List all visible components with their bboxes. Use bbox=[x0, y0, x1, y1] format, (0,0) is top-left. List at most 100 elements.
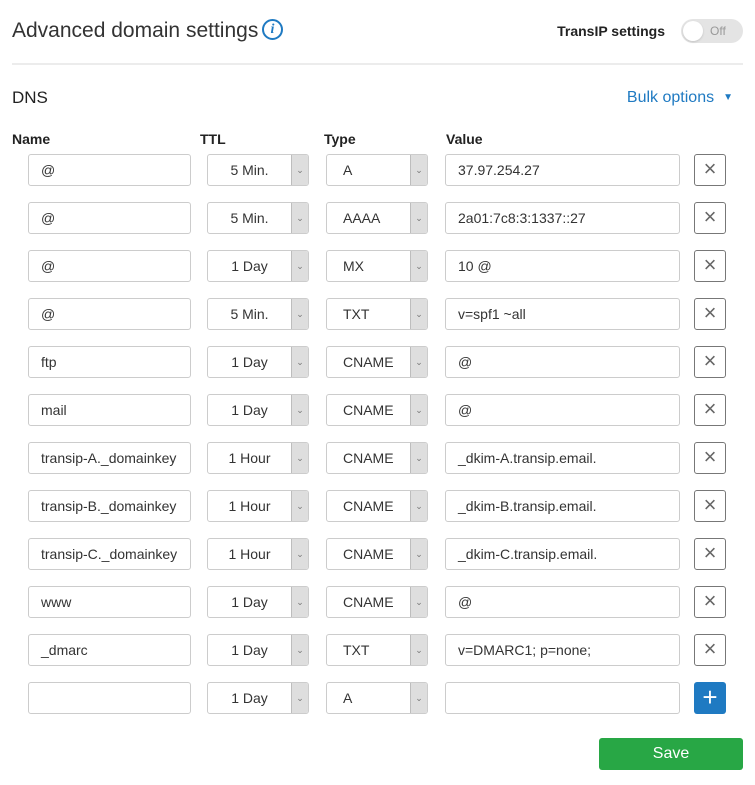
type-selected-value: CNAME bbox=[343, 594, 394, 610]
type-selected-value: CNAME bbox=[343, 354, 394, 370]
record-value-input[interactable]: v=DMARC1; p=none; bbox=[445, 634, 680, 666]
record-value-input[interactable]: @ bbox=[445, 394, 680, 426]
record-type-select[interactable]: CNAME ⌄ bbox=[326, 346, 428, 378]
plus-icon: + bbox=[702, 682, 718, 712]
delete-record-button[interactable]: × bbox=[694, 586, 726, 618]
type-selected-value: CNAME bbox=[343, 498, 394, 514]
delete-record-button[interactable]: × bbox=[694, 538, 726, 570]
record-type-select[interactable]: MX ⌄ bbox=[326, 250, 428, 282]
record-value-input[interactable] bbox=[445, 682, 680, 714]
column-header-ttl: TTL bbox=[200, 131, 226, 147]
record-ttl-select[interactable]: 1 Day ⌄ bbox=[207, 346, 309, 378]
record-name-input[interactable]: @ bbox=[28, 154, 191, 186]
record-name-input[interactable]: mail bbox=[28, 394, 191, 426]
dns-record-row: transip-C._domainkey 1 Hour ⌄ CNAME ⌄ _d… bbox=[0, 538, 755, 570]
page-header: Advanced domain settings i TransIP setti… bbox=[12, 0, 743, 64]
type-selected-value: MX bbox=[343, 258, 364, 274]
record-value-input[interactable]: 10 @ bbox=[445, 250, 680, 282]
record-ttl-select[interactable]: 5 Min. ⌄ bbox=[207, 298, 309, 330]
record-type-select[interactable]: CNAME ⌄ bbox=[326, 394, 428, 426]
record-name-input[interactable]: @ bbox=[28, 250, 191, 282]
save-button[interactable]: Save bbox=[599, 738, 743, 770]
chevron-down-icon: ⌄ bbox=[410, 155, 427, 185]
ttl-selected-value: 5 Min. bbox=[230, 162, 269, 178]
ttl-selected-value: 1 Day bbox=[231, 690, 268, 706]
record-ttl-select[interactable]: 1 Day ⌄ bbox=[207, 634, 309, 666]
record-type-select[interactable]: CNAME ⌄ bbox=[326, 586, 428, 618]
ttl-selected-value: 1 Hour bbox=[228, 450, 271, 466]
record-ttl-select[interactable]: 1 Day ⌄ bbox=[207, 394, 309, 426]
record-type-select[interactable]: TXT ⌄ bbox=[326, 634, 428, 666]
record-name-input[interactable]: _dmarc bbox=[28, 634, 191, 666]
record-ttl-select[interactable]: 1 Day ⌄ bbox=[207, 586, 309, 618]
record-value-input[interactable]: v=spf1 ~all bbox=[445, 298, 680, 330]
close-icon: × bbox=[703, 348, 717, 373]
record-name-input[interactable]: transip-B._domainkey bbox=[28, 490, 191, 522]
dns-record-row: @ 5 Min. ⌄ A ⌄ 37.97.254.27 × bbox=[0, 154, 755, 186]
record-name-input[interactable]: ftp bbox=[28, 346, 191, 378]
delete-record-button[interactable]: × bbox=[694, 346, 726, 378]
record-ttl-select[interactable]: 1 Hour ⌄ bbox=[207, 442, 309, 474]
record-type-select[interactable]: A ⌄ bbox=[326, 154, 428, 186]
record-type-select[interactable]: CNAME ⌄ bbox=[326, 538, 428, 570]
record-value-input[interactable]: _dkim-A.transip.email. bbox=[445, 442, 680, 474]
ttl-selected-value: 1 Day bbox=[231, 642, 268, 658]
record-value-input[interactable]: _dkim-C.transip.email. bbox=[445, 538, 680, 570]
record-ttl-select[interactable]: 1 Hour ⌄ bbox=[207, 538, 309, 570]
delete-record-button[interactable]: × bbox=[694, 634, 726, 666]
delete-record-button[interactable]: × bbox=[694, 394, 726, 426]
bulk-options-dropdown[interactable]: Bulk options ▼ bbox=[627, 89, 733, 107]
dns-record-row: @ 5 Min. ⌄ TXT ⌄ v=spf1 ~all × bbox=[0, 298, 755, 330]
record-value-input[interactable]: @ bbox=[445, 346, 680, 378]
record-name-input[interactable]: @ bbox=[28, 202, 191, 234]
record-type-select[interactable]: TXT ⌄ bbox=[326, 298, 428, 330]
delete-record-button[interactable]: × bbox=[694, 490, 726, 522]
record-name-input[interactable] bbox=[28, 682, 191, 714]
record-name-input[interactable]: www bbox=[28, 586, 191, 618]
info-icon[interactable]: i bbox=[262, 19, 283, 40]
delete-record-button[interactable]: × bbox=[694, 442, 726, 474]
record-ttl-select[interactable]: 1 Hour ⌄ bbox=[207, 490, 309, 522]
record-value-input[interactable]: 2a01:7c8:3:1337::27 bbox=[445, 202, 680, 234]
record-ttl-select[interactable]: 1 Day ⌄ bbox=[207, 682, 309, 714]
close-icon: × bbox=[703, 588, 717, 613]
chevron-down-icon: ⌄ bbox=[291, 299, 308, 329]
column-header-value: Value bbox=[446, 131, 483, 147]
chevron-down-icon: ⌄ bbox=[410, 203, 427, 233]
page-title: Advanced domain settings bbox=[12, 19, 259, 42]
record-name-input[interactable]: transip-C._domainkey bbox=[28, 538, 191, 570]
record-value-input[interactable]: 37.97.254.27 bbox=[445, 154, 680, 186]
dns-record-row: transip-B._domainkey 1 Hour ⌄ CNAME ⌄ _d… bbox=[0, 490, 755, 522]
chevron-down-icon: ⌄ bbox=[410, 491, 427, 521]
close-icon: × bbox=[703, 492, 717, 517]
ttl-selected-value: 5 Min. bbox=[230, 210, 269, 226]
record-name-input[interactable]: transip-A._domainkey bbox=[28, 442, 191, 474]
record-value-input[interactable]: _dkim-B.transip.email. bbox=[445, 490, 680, 522]
dns-record-row: transip-A._domainkey 1 Hour ⌄ CNAME ⌄ _d… bbox=[0, 442, 755, 474]
add-record-button[interactable]: + bbox=[694, 682, 726, 714]
close-icon: × bbox=[703, 252, 717, 277]
record-name-input[interactable]: @ bbox=[28, 298, 191, 330]
record-ttl-select[interactable]: 1 Day ⌄ bbox=[207, 250, 309, 282]
delete-record-button[interactable]: × bbox=[694, 298, 726, 330]
record-type-select[interactable]: A ⌄ bbox=[326, 682, 428, 714]
record-type-select[interactable]: CNAME ⌄ bbox=[326, 490, 428, 522]
record-type-select[interactable]: CNAME ⌄ bbox=[326, 442, 428, 474]
close-icon: × bbox=[703, 444, 717, 469]
record-ttl-select[interactable]: 5 Min. ⌄ bbox=[207, 202, 309, 234]
ttl-selected-value: 1 Hour bbox=[228, 546, 271, 562]
record-value-input[interactable]: @ bbox=[445, 586, 680, 618]
chevron-down-icon: ⌄ bbox=[291, 203, 308, 233]
ttl-selected-value: 1 Day bbox=[231, 354, 268, 370]
delete-record-button[interactable]: × bbox=[694, 154, 726, 186]
delete-record-button[interactable]: × bbox=[694, 202, 726, 234]
type-selected-value: A bbox=[343, 690, 353, 706]
delete-record-button[interactable]: × bbox=[694, 250, 726, 282]
record-ttl-select[interactable]: 5 Min. ⌄ bbox=[207, 154, 309, 186]
record-type-select[interactable]: AAAA ⌄ bbox=[326, 202, 428, 234]
bulk-options-label: Bulk options bbox=[626, 89, 715, 106]
transip-settings-toggle[interactable]: Off bbox=[681, 19, 743, 43]
type-selected-value: TXT bbox=[343, 642, 370, 658]
transip-settings-label: TransIP settings bbox=[557, 23, 665, 39]
chevron-down-icon: ⌄ bbox=[410, 635, 427, 665]
